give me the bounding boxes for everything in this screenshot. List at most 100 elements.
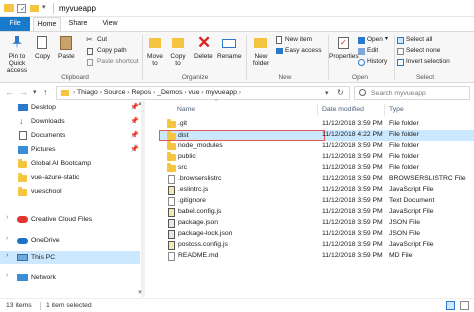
- file-type: MD File: [389, 252, 413, 259]
- list-item[interactable]: babel.config.js 11/12/2018 3:59 PM JavaS…: [157, 207, 474, 218]
- breadcrumb: › Thiago › Source › Repos › _Demos › vue…: [73, 89, 241, 96]
- paste-shortcut-button[interactable]: Paste shortcut: [86, 58, 142, 67]
- ribbon-tabs: File Home Share View: [0, 17, 474, 31]
- refresh-icon[interactable]: ↻: [337, 88, 344, 97]
- cut-button[interactable]: ✂ Cut: [86, 35, 126, 45]
- back-arrow-icon[interactable]: ←: [5, 87, 14, 97]
- checkmark-icon: ✓: [340, 38, 347, 47]
- column-type[interactable]: Type: [389, 103, 404, 117]
- delete-button[interactable]: ✕ Delete: [193, 33, 215, 72]
- list-item[interactable]: package.json 11/12/2018 3:59 PM JSON Fil…: [157, 218, 474, 229]
- list-item[interactable]: .git 11/12/2018 3:59 PM File folder: [157, 119, 474, 130]
- file-type: BROWSERSLISTRC File: [389, 175, 466, 182]
- list-item[interactable]: .eslintrc.js 11/12/2018 3:59 PM JavaScri…: [157, 185, 474, 196]
- edit-button[interactable]: Edit: [358, 47, 388, 56]
- list-item-selected-extension[interactable]: 11/12/2018 4:22 PM File folder: [322, 130, 474, 141]
- list-item[interactable]: public 11/12/2018 3:59 PM File folder: [157, 152, 474, 163]
- new-item-button[interactable]: New item: [276, 36, 322, 45]
- history-icon: [358, 59, 365, 66]
- column-name[interactable]: Name: [177, 103, 195, 117]
- tab-file[interactable]: File: [0, 17, 30, 31]
- recent-locations-icon[interactable]: ▾: [33, 88, 37, 96]
- breadcrumb-demos[interactable]: _Demos: [157, 89, 182, 96]
- rename-button[interactable]: Rename: [217, 36, 243, 72]
- file-date: 11/12/2018 3:59 PM: [322, 120, 383, 127]
- quick-access-toolbar[interactable]: ✓: [17, 4, 26, 13]
- nav-item-desktop[interactable]: Desktop 📌: [0, 101, 146, 114]
- column-date-modified[interactable]: Date modified: [322, 103, 364, 117]
- search-box[interactable]: Search myvueapp: [354, 86, 470, 100]
- new-folder-button[interactable]: New folder: [249, 36, 273, 72]
- paste-button[interactable]: Paste: [56, 36, 78, 68]
- properties-label: Properties: [329, 53, 359, 60]
- file-name: babel.config.js: [178, 208, 222, 215]
- folder-icon: [167, 119, 176, 128]
- breadcrumb-thiago[interactable]: Thiago: [77, 89, 98, 96]
- copy-to-button[interactable]: Copy to: [168, 36, 188, 72]
- file-type: JavaScript File: [389, 241, 434, 248]
- open-button[interactable]: Open ▾: [358, 36, 392, 45]
- column-divider[interactable]: [384, 104, 385, 116]
- list-item[interactable]: postcss.config.js 11/12/2018 3:59 PM Jav…: [157, 240, 474, 251]
- file-date: 11/12/2018 3:59 PM: [322, 186, 383, 193]
- list-item[interactable]: README.md 11/12/2018 3:59 PM MD File: [157, 251, 474, 262]
- nav-label: Desktop: [31, 104, 56, 111]
- breadcrumb-source[interactable]: Source: [104, 89, 126, 96]
- forward-arrow-icon[interactable]: →: [19, 87, 28, 97]
- large-icons-view-icon[interactable]: [460, 301, 469, 310]
- list-item[interactable]: .browserslistrc 11/12/2018 3:59 PM BROWS…: [157, 174, 474, 185]
- status-separator: [40, 302, 41, 310]
- easy-access-button[interactable]: Easy access: [276, 47, 326, 56]
- file-name: postcss.config.js: [178, 241, 228, 248]
- copy-path-icon: [87, 48, 93, 55]
- address-bar[interactable]: › Thiago › Source › Repos › _Demos › vue…: [56, 86, 350, 100]
- paste-shortcut-icon: [87, 59, 93, 66]
- invert-selection-button[interactable]: Invert selection: [397, 58, 467, 67]
- paste-icon: [60, 36, 72, 50]
- move-to-icon: [149, 38, 161, 48]
- list-item[interactable]: src 11/12/2018 3:59 PM File folder: [157, 163, 474, 174]
- breadcrumb-myvueapp[interactable]: myvueapp: [206, 89, 237, 96]
- list-item[interactable]: .gitignore 11/12/2018 3:59 PM Text Docum…: [157, 196, 474, 207]
- folder-icon: [167, 141, 176, 150]
- folder-icon[interactable]: [30, 5, 39, 12]
- search-icon: [359, 89, 366, 96]
- list-item[interactable]: node_modules 11/12/2018 3:59 PM File fol…: [157, 141, 474, 152]
- select-none-button[interactable]: Select none: [397, 47, 449, 56]
- pin-label: Pin to Quick access: [6, 53, 28, 74]
- details-view-icon[interactable]: [446, 301, 455, 310]
- tab-share[interactable]: Share: [63, 17, 93, 31]
- new-group-label: New: [278, 74, 292, 81]
- select-all-label: Select all: [406, 36, 433, 43]
- js-file-icon: [168, 208, 175, 217]
- app-icon: [4, 4, 14, 12]
- status-bar: 13 items 1 item selected: [0, 298, 474, 312]
- search-input[interactable]: Search myvueapp: [371, 90, 426, 97]
- list-item-selected[interactable]: dist: [159, 130, 325, 141]
- file-name: node_modules: [178, 142, 223, 149]
- tab-view[interactable]: View: [96, 17, 124, 31]
- tab-home[interactable]: Home: [33, 17, 61, 31]
- title-bar: ✓ ▾ myvueapp: [0, 0, 474, 17]
- address-dropdown-icon[interactable]: ▾: [325, 89, 329, 97]
- js-file-icon: [168, 186, 175, 195]
- properties-button[interactable]: ✓ Properties: [329, 36, 359, 72]
- copy-to-icon: [172, 38, 184, 48]
- select-all-button[interactable]: Select all: [397, 36, 447, 45]
- list-item[interactable]: package-lock.json 11/12/2018 3:59 PM JSO…: [157, 229, 474, 240]
- copy-button[interactable]: Copy: [33, 36, 53, 68]
- up-arrow-icon[interactable]: ↑: [43, 87, 48, 97]
- file-type: JavaScript File: [389, 186, 434, 193]
- pin-button[interactable]: Pin to Quick access: [3, 36, 31, 74]
- select-all-icon: [397, 37, 404, 44]
- move-to-label: Move to: [147, 53, 163, 67]
- column-divider[interactable]: [317, 104, 318, 116]
- history-button[interactable]: History: [358, 58, 392, 67]
- easy-access-icon: [276, 48, 283, 54]
- breadcrumb-repos[interactable]: Repos: [131, 89, 151, 96]
- qat-dropdown-icon[interactable]: ▾: [42, 3, 46, 11]
- copy-path-button[interactable]: Copy path: [86, 47, 136, 56]
- breadcrumb-vue[interactable]: vue: [189, 89, 200, 96]
- copy-path-label: Copy path: [97, 47, 127, 54]
- move-to-button[interactable]: Move to: [145, 36, 165, 72]
